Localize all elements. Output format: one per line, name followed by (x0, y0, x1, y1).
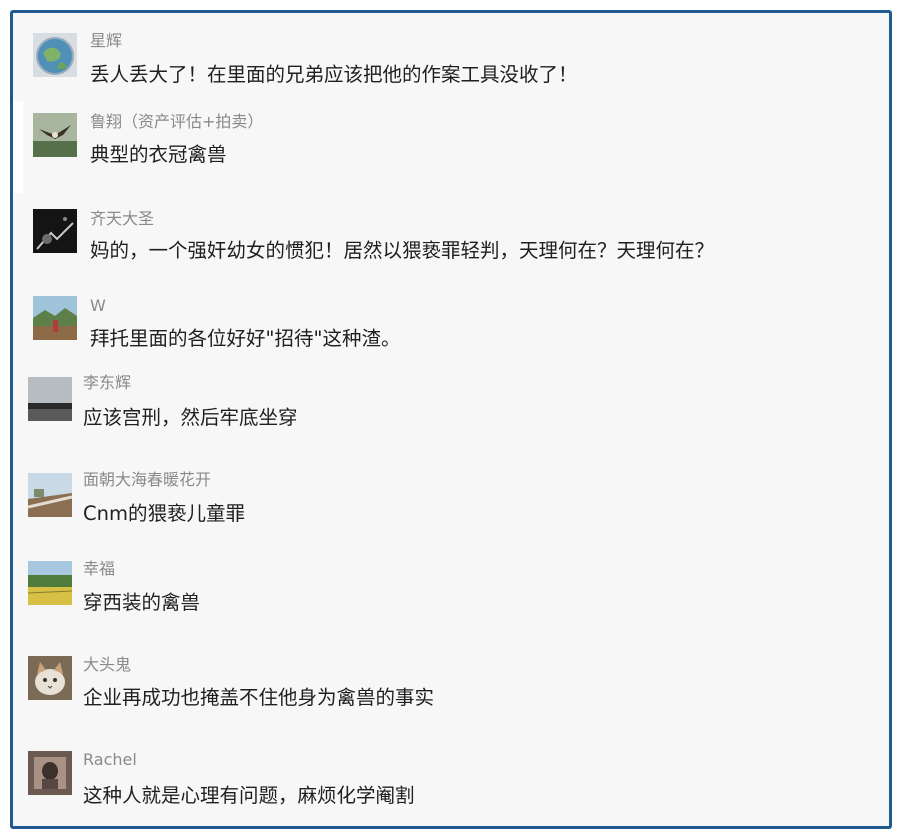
comment-author[interactable]: 星辉 (90, 31, 122, 51)
landscape-avatar-icon[interactable] (33, 296, 77, 340)
road-avatar-icon[interactable] (28, 473, 72, 517)
dark-scene-avatar-icon[interactable] (33, 209, 77, 253)
comment-author[interactable]: 大头鬼 (83, 655, 131, 675)
comment-text: Cnm的猥亵儿童罪 (83, 502, 245, 525)
photo-avatar-icon[interactable] (28, 751, 72, 795)
selected-row-indicator (13, 101, 23, 193)
cat-avatar-icon[interactable] (28, 656, 72, 700)
comment-author[interactable]: 鲁翔（资产评估+拍卖） (90, 112, 263, 132)
comment-text: 这种人就是心理有问题，麻烦化学阉割 (83, 784, 415, 807)
comment-text: 穿西装的禽兽 (83, 591, 201, 614)
comment-text: 企业再成功也掩盖不住他身为禽兽的事实 (83, 686, 435, 709)
comment-author[interactable]: 李东辉 (83, 373, 131, 393)
gray-sky-avatar-icon[interactable] (28, 377, 72, 421)
comment-author[interactable]: 齐天大圣 (90, 209, 154, 229)
comment-list-panel: 星辉 丢人丢大了！在里面的兄弟应该把他的作案工具没收了！ 鲁翔（资产评估+拍卖）… (10, 10, 892, 829)
comment-text: 丢人丢大了！在里面的兄弟应该把他的作案工具没收了！ (90, 63, 578, 86)
globe-avatar-icon[interactable] (33, 33, 77, 77)
field-avatar-icon[interactable] (28, 561, 72, 605)
comment-text: 妈的，一个强奸幼女的惯犯！居然以猥亵罪轻判，天理何在？天理何在？ (90, 239, 715, 262)
comment-author[interactable]: W (90, 296, 106, 316)
comment-text: 拜托里面的各位好好"招待"这种渣。 (90, 327, 401, 350)
comment-text: 应该宫刑，然后牢底坐穿 (83, 406, 298, 429)
comment-author[interactable]: 面朝大海春暖花开 (83, 470, 211, 490)
comment-author[interactable]: 幸福 (83, 559, 115, 579)
comment-text: 典型的衣冠禽兽 (90, 143, 227, 166)
comment-author[interactable]: Rachel (83, 750, 137, 770)
eagle-avatar-icon[interactable] (33, 113, 77, 157)
